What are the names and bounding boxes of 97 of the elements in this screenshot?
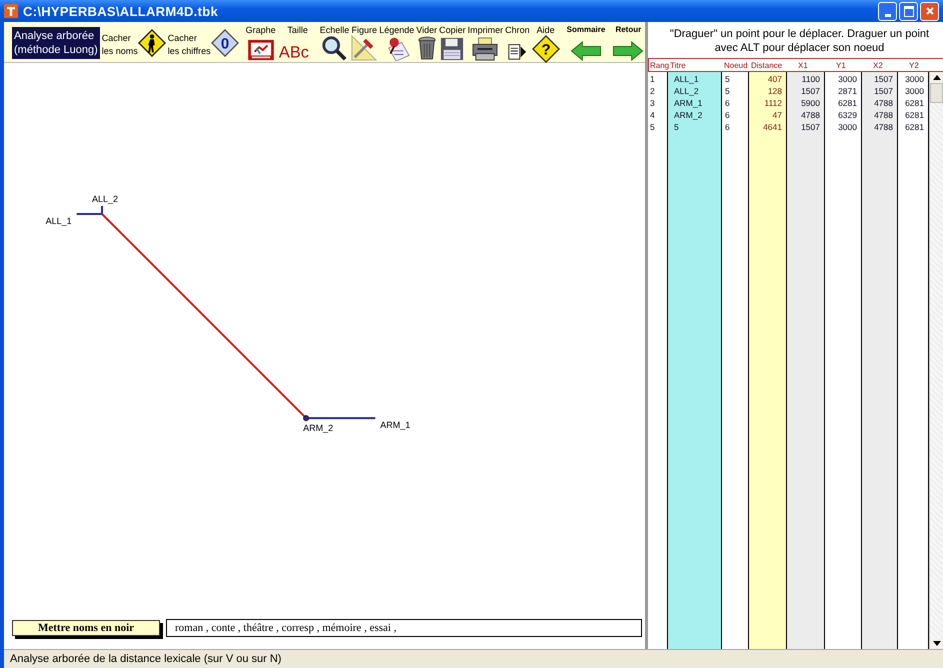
table-cell-text: 407 bbox=[766, 73, 783, 85]
left-arrow-icon[interactable] bbox=[570, 41, 602, 61]
toggle-label[interactable]: Cacher les noms bbox=[102, 28, 138, 58]
table-cell-text: ARM_1 bbox=[673, 97, 704, 109]
table-cell-text: 1507 bbox=[800, 85, 821, 97]
magnifier-icon[interactable] bbox=[321, 35, 348, 61]
table-cell-text: 6281 bbox=[904, 109, 925, 121]
column-header: Titre bbox=[669, 60, 687, 70]
status-bar: Analyse arborée de la distance lexicale (sur V ou sur N) bbox=[4, 649, 943, 668]
up-arrow-icon[interactable] bbox=[932, 75, 940, 80]
table-cell-text: 6281 bbox=[904, 121, 925, 133]
table-cell-text: 2 bbox=[649, 85, 656, 97]
leaf-label[interactable]: ALL_1 bbox=[46, 216, 72, 226]
table-cell-text: ALL_1 bbox=[673, 73, 700, 85]
toolbar-button[interactable]: Sommaire bbox=[566, 25, 606, 61]
tools-icon[interactable] bbox=[351, 35, 378, 61]
minimize-button[interactable] bbox=[878, 2, 897, 20]
table-cell-text: 1507 bbox=[873, 85, 894, 97]
table-cell-text: 3000 bbox=[837, 121, 858, 133]
maximize-button[interactable] bbox=[899, 2, 918, 20]
table-cell-text: 6281 bbox=[904, 97, 925, 109]
table-cell-text: 3000 bbox=[837, 73, 858, 85]
graph-window-icon[interactable] bbox=[246, 39, 275, 61]
table-cell-text: 47 bbox=[772, 109, 783, 121]
table-cell-text: 4788 bbox=[800, 109, 821, 121]
app-heading: Analyse arborée (méthode Luong) bbox=[12, 27, 100, 59]
toolbar-button[interactable]: Graphe bbox=[244, 25, 277, 61]
toggle-label[interactable]: Cacher les chiffres bbox=[168, 28, 211, 58]
column-header: Rang bbox=[649, 60, 669, 70]
table-cell-text: 1100 bbox=[800, 73, 821, 85]
column-header: Y1 bbox=[835, 60, 847, 70]
table-cell-text: 5900 bbox=[800, 97, 821, 109]
table-cell-text: 4 bbox=[649, 109, 656, 121]
legend-button[interactable]: Mettre noms en noir bbox=[12, 620, 160, 636]
table-cell-text: 4788 bbox=[873, 109, 894, 121]
table-cell-text: 5 bbox=[673, 121, 680, 133]
table-cell-text: 6 bbox=[724, 121, 731, 133]
table-cell-text: 1 bbox=[649, 73, 656, 85]
table-cell-text: 128 bbox=[766, 85, 783, 97]
scroll-down-button[interactable] bbox=[930, 638, 943, 649]
toolbar-button[interactable]: Copier bbox=[438, 25, 467, 61]
table-cell-text: 6 bbox=[724, 97, 731, 109]
table-cell-text: 1112 bbox=[763, 97, 783, 109]
column-header: X1 bbox=[797, 60, 809, 70]
table-cell-text: 3 bbox=[649, 97, 656, 109]
table-cell-text: 5 bbox=[724, 85, 731, 97]
documents-icon[interactable] bbox=[507, 41, 528, 61]
window-title: C:\HYPERBAS\ALLARM4D.tbk bbox=[23, 4, 219, 18]
table-cell-text: 4788 bbox=[873, 121, 894, 133]
toolbar-button[interactable]: Aide ? bbox=[530, 25, 561, 61]
column-header: Distance bbox=[750, 60, 784, 70]
toolbar-button[interactable]: Légende bbox=[378, 25, 416, 61]
column-header: X2 bbox=[872, 60, 884, 70]
pedestrian-sign-icon[interactable] bbox=[138, 29, 166, 57]
toolbar-button[interactable]: Vider bbox=[415, 25, 438, 61]
toolbar-button[interactable]: Retour bbox=[611, 25, 646, 61]
table-cell-text: 3000 bbox=[904, 85, 925, 97]
trash-can-icon[interactable] bbox=[416, 35, 437, 61]
zero-sign-icon[interactable]: 0 bbox=[210, 29, 239, 57]
table-cell-text: 5 bbox=[649, 121, 656, 133]
toolbar-button[interactable]: Imprimer bbox=[466, 25, 504, 61]
column-header: Y2 bbox=[908, 60, 920, 70]
table-cell-text: 2871 bbox=[837, 85, 858, 97]
branch-line[interactable] bbox=[101, 206, 103, 214]
down-arrow-icon[interactable] bbox=[932, 641, 940, 646]
font-size-icon[interactable]: ABc bbox=[278, 39, 318, 61]
help-sign-icon[interactable]: ? bbox=[532, 35, 560, 63]
table-cell-text: 6281 bbox=[837, 97, 858, 109]
scroll-up-button[interactable] bbox=[930, 72, 943, 83]
instructions-text: "Draguer" un point pour le déplacer. Draguer un point avec ALT pour déplacer son noeud bbox=[668, 27, 930, 56]
node-marker[interactable] bbox=[303, 415, 310, 422]
right-arrow-icon[interactable] bbox=[612, 41, 644, 61]
scroll-thumb[interactable] bbox=[930, 83, 943, 103]
leaf-label[interactable]: ARM_1 bbox=[380, 420, 410, 430]
toolbar-button[interactable]: Figure bbox=[350, 25, 378, 61]
toolbar-button[interactable]: Taille ABc bbox=[276, 25, 319, 61]
leaf-label[interactable]: ALL_2 bbox=[92, 194, 118, 204]
printer-icon[interactable] bbox=[472, 37, 498, 61]
genres-field[interactable]: roman , conte , théâtre , corresp , mémoire , essai , bbox=[166, 619, 642, 637]
table-cell-text: ARM_2 bbox=[673, 109, 704, 121]
leaf-label[interactable]: ARM_2 bbox=[303, 423, 334, 434]
close-button[interactable] bbox=[920, 2, 939, 20]
app-icon bbox=[4, 4, 18, 18]
column-header: Noeud bbox=[723, 60, 749, 70]
table-cell-text: 6329 bbox=[837, 109, 858, 121]
table-cell-text: ALL_2 bbox=[673, 85, 700, 97]
toolbar-button[interactable]: Chron bbox=[504, 25, 531, 61]
table-cell-text: 4788 bbox=[873, 97, 894, 109]
table-cell-text: 6 bbox=[724, 109, 731, 121]
branch-line[interactable] bbox=[306, 417, 376, 420]
table-cell-text: 3000 bbox=[904, 73, 925, 85]
table-cell-text: 5 bbox=[724, 73, 731, 85]
close-icon[interactable] bbox=[924, 6, 934, 16]
table-cell-text: 1507 bbox=[873, 73, 894, 85]
table-cell-text: 1507 bbox=[800, 121, 821, 133]
table-cell-text: 4641 bbox=[762, 121, 783, 133]
toolbar-button[interactable]: Echelle bbox=[318, 25, 350, 61]
